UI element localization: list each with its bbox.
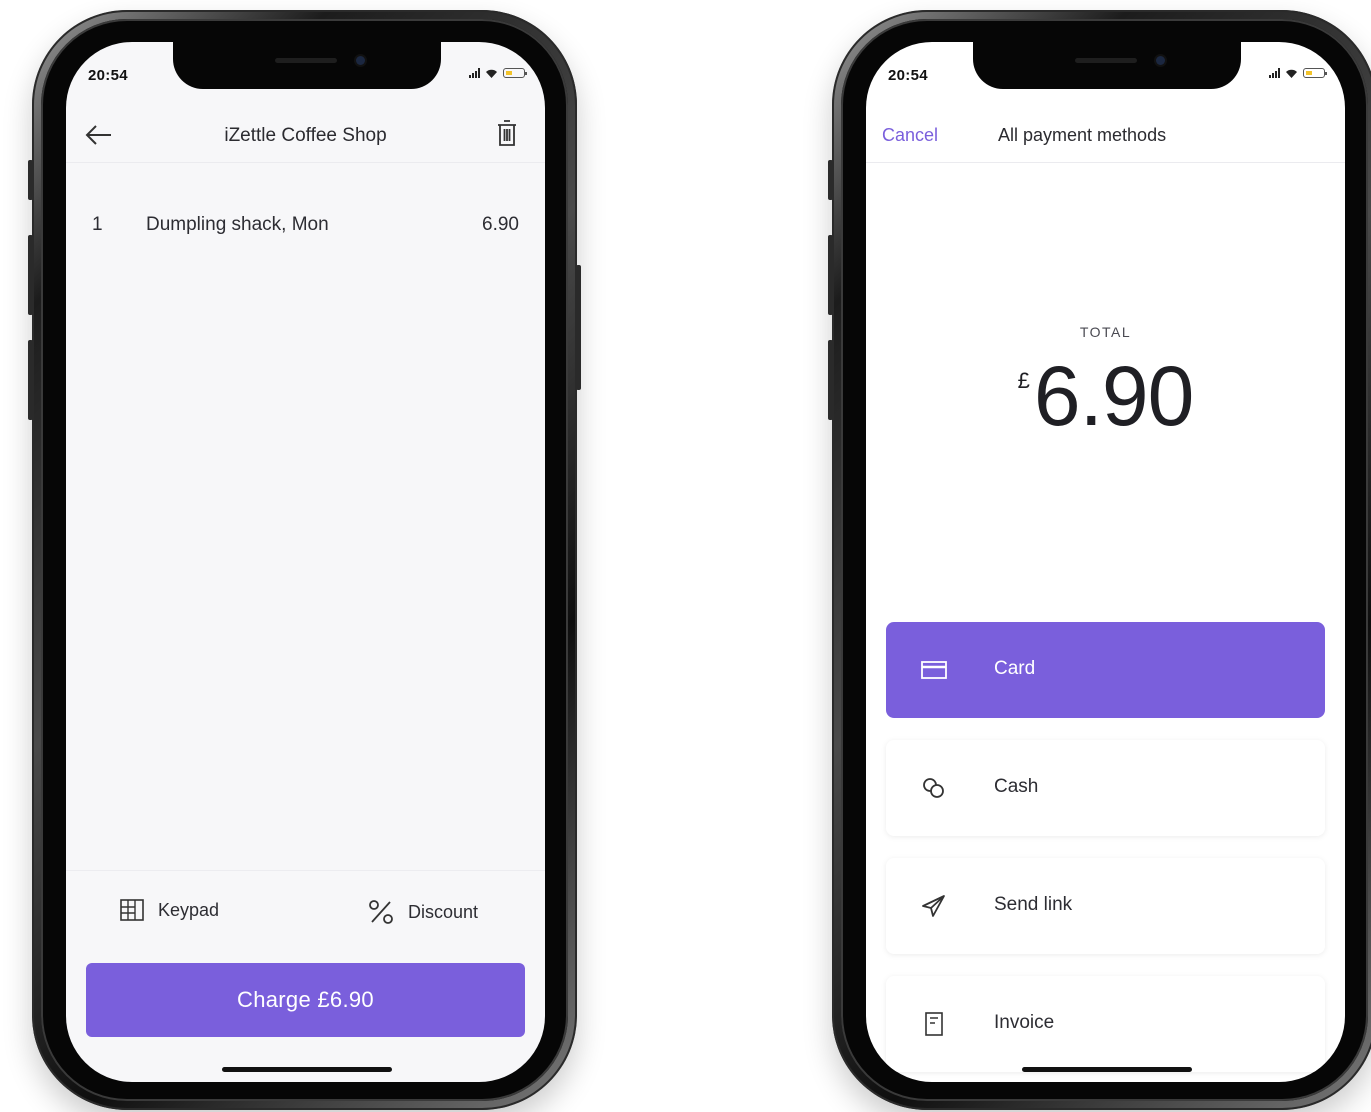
- invoice-icon: [925, 1012, 943, 1036]
- percent-icon: [369, 900, 393, 924]
- status-time: 20:54: [88, 67, 128, 84]
- volume-up-button: [28, 235, 33, 315]
- item-quantity: 1: [92, 214, 103, 235]
- status-time: 20:54: [888, 67, 928, 84]
- method-label: Invoice: [994, 1012, 1055, 1033]
- charge-button[interactable]: Charge £6.90: [86, 963, 525, 1037]
- payment-method-cash[interactable]: Cash: [886, 740, 1325, 836]
- notch: [173, 42, 441, 89]
- keypad-icon: [120, 899, 144, 921]
- cart-screen: 20:54 iZettle Coffee Shop 1 Dumpling sha…: [66, 42, 545, 1082]
- item-price: 6.90: [482, 214, 519, 235]
- keypad-label: Keypad: [158, 899, 220, 920]
- battery-icon: [1303, 68, 1327, 78]
- coins-icon: [923, 778, 944, 798]
- wifi-icon: [1286, 69, 1297, 78]
- discount-label: Discount: [408, 901, 479, 922]
- payment-method-send-link[interactable]: Send link: [886, 858, 1325, 954]
- cart-action-bar: Keypad Discount: [66, 870, 545, 953]
- battery-icon: [503, 68, 527, 78]
- payment-method-card[interactable]: Card: [886, 622, 1325, 718]
- paper-plane-icon: [922, 895, 945, 917]
- payment-header: Cancel All payment methods: [866, 112, 1345, 163]
- wifi-icon: [486, 69, 497, 78]
- home-indicator[interactable]: [1022, 1067, 1192, 1072]
- volume-down-button: [828, 340, 833, 420]
- phone-cart: 20:54 iZettle Coffee Shop 1 Dumpling sha…: [28, 10, 581, 1110]
- payment-screen: 20:54 Cancel All payment methods TOTAL £…: [866, 42, 1345, 1082]
- phone-payment: 20:54 Cancel All payment methods TOTAL £…: [828, 10, 1371, 1110]
- trash-icon[interactable]: [495, 118, 519, 148]
- item-name: Dumpling shack, Mon: [146, 214, 329, 235]
- status-icons: [469, 68, 527, 78]
- volume-down-button: [28, 340, 33, 420]
- signal-icon: [469, 68, 480, 78]
- page-title: All payment methods: [998, 125, 1167, 145]
- keypad-button[interactable]: Keypad: [120, 899, 219, 921]
- status-icons: [1269, 68, 1327, 78]
- method-label: Cash: [994, 776, 1039, 797]
- cart-header: iZettle Coffee Shop: [66, 112, 545, 163]
- notch: [973, 42, 1241, 89]
- total-label: TOTAL: [1079, 324, 1132, 340]
- method-label: Card: [994, 658, 1036, 679]
- power-button: [576, 265, 581, 390]
- mute-switch: [28, 160, 33, 200]
- payment-method-invoice[interactable]: Invoice: [886, 976, 1325, 1072]
- mute-switch: [828, 160, 833, 200]
- credit-card-icon: [921, 661, 947, 679]
- discount-button[interactable]: Discount: [368, 899, 478, 925]
- total-amount: £6.90: [866, 348, 1345, 445]
- volume-up-button: [828, 235, 833, 315]
- home-indicator[interactable]: [222, 1067, 392, 1072]
- method-label: Send link: [994, 894, 1073, 915]
- page-title: iZettle Coffee Shop: [224, 125, 387, 146]
- cancel-button[interactable]: Cancel: [882, 125, 938, 146]
- total-value: 6.90: [1033, 349, 1194, 443]
- cart-item-row[interactable]: 1 Dumpling shack, Mon 6.90: [92, 214, 519, 240]
- signal-icon: [1269, 68, 1280, 78]
- currency-symbol: £: [1017, 368, 1030, 393]
